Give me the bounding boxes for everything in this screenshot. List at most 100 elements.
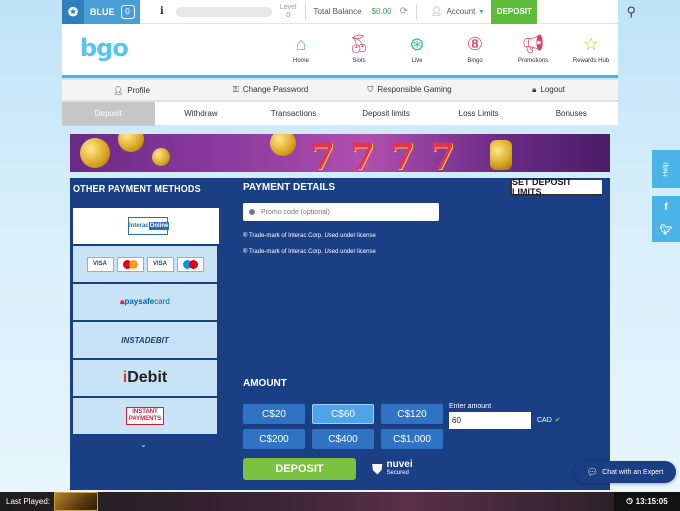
promo-banner: 7 7 7 7 — [70, 134, 610, 172]
method-instadebit[interactable]: INSTADEBIT — [73, 322, 217, 360]
search-icon[interactable]: ⚲ — [626, 4, 636, 20]
nav-home[interactable]: ⌂ Home — [272, 32, 330, 65]
nav-promotions[interactable]: 📢︎ Promotions — [504, 32, 562, 65]
deposit-submit-button[interactable]: DEPOSIT — [243, 458, 356, 480]
help-tab[interactable]: Help — [652, 150, 680, 188]
key-icon: ⚿ — [232, 85, 239, 94]
change-password-label: Change Password — [242, 85, 309, 94]
method-idebit[interactable]: iDebit — [73, 360, 217, 398]
other-payment-methods-title: OTHER PAYMENT METHODS — [73, 184, 201, 195]
account-menu[interactable]: 👤︎ Account ▾ — [431, 6, 483, 17]
enter-amount-label: Enter amount — [449, 403, 492, 410]
trademark-notice: ® Trade-mark of Interac Corp. Used under… — [243, 249, 376, 255]
deposit-panel: OTHER PAYMENT METHODS Interac Online VIS… — [70, 177, 610, 490]
currency-label: CAD — [537, 417, 552, 424]
payment-details-title: PAYMENT DETAILS — [243, 182, 336, 193]
payment-methods-list[interactable]: Interac Online VISA VISA 🔒︎paysafecard I… — [73, 208, 219, 446]
coin-graphic — [118, 134, 144, 152]
level-value: 0 — [286, 11, 291, 19]
user-icon: 👤︎ — [431, 6, 443, 16]
nav-bingo-label: Bingo — [467, 58, 483, 64]
set-deposit-limits-button[interactable]: SET DEPOSIT LIMITS — [510, 177, 602, 197]
paysafecard-logo: 🔒︎paysafecard — [120, 297, 170, 306]
chat-with-expert-button[interactable]: 💬︎ Chat with an Expert — [574, 461, 676, 483]
slot-seven-graphic: 7 — [430, 136, 456, 172]
interac-text: Interac — [129, 223, 149, 229]
mastercard-logo — [116, 256, 144, 272]
account-nav-profile[interactable]: 👤︎ Profile — [62, 86, 201, 95]
refresh-icon[interactable]: ⟳ — [400, 6, 408, 17]
star-icon: ☆ — [582, 33, 600, 54]
divider — [304, 3, 306, 20]
nav-live-label: Live — [411, 58, 423, 64]
loyalty-tier[interactable]: ✪ BLUE 0 — [62, 0, 140, 24]
checkmark-icon: ✔ — [554, 417, 561, 424]
nav-slots-label: Slots — [352, 58, 366, 64]
tab-withdraw[interactable]: Withdraw — [155, 102, 248, 126]
amount-option-20[interactable]: C$20 — [243, 404, 305, 424]
visa-debit-logo: VISA — [146, 256, 174, 272]
amount-option-120[interactable]: C$120 — [381, 404, 443, 424]
method-cards[interactable]: VISA VISA — [73, 246, 217, 284]
level-indicator: Level 0 — [280, 4, 297, 20]
method-interac-online[interactable]: Interac Online — [73, 208, 219, 246]
radio-icon — [249, 209, 255, 215]
method-instant-payments[interactable]: INSTANT PAYMENTS — [73, 398, 217, 436]
chevron-down-icon[interactable]: ⌄ — [140, 440, 147, 449]
account-nav: 👤︎ Profile ⚿ Change Password ⛉ Responsible … — [62, 80, 618, 101]
tab-loss-limits[interactable]: Loss Limits — [432, 102, 525, 126]
chat-label: Chat with an Expert — [602, 468, 664, 476]
nav-slots[interactable]: 🍒︎ Slots — [330, 32, 388, 65]
promo-code-input[interactable]: Promo code (optional) — [243, 203, 439, 221]
bottom-bar: Last Played: 🕒︎ 13:15:05 — [0, 492, 680, 511]
tab-transactions[interactable]: Transactions — [247, 102, 340, 126]
nav-bingo[interactable]: ⑧ Bingo — [446, 32, 504, 65]
top-bar: ✪ BLUE 0 i Level 0 Total Balance $0.00 ⟳… — [62, 0, 636, 24]
amount-option-200[interactable]: C$200 — [243, 429, 305, 449]
enter-amount-input[interactable] — [449, 412, 531, 429]
account-nav-responsible-gaming[interactable]: ⛉ Responsible Gaming — [340, 85, 479, 95]
tab-bonuses[interactable]: Bonuses — [525, 102, 618, 126]
bingo-ball-icon: ⑧ — [466, 33, 484, 54]
nav-promotions-label: Promotions — [517, 58, 549, 64]
help-label: Help — [662, 161, 670, 177]
total-balance-value: $0.00 — [371, 7, 392, 16]
twitter-icon[interactable]: 🐦︎ — [660, 225, 673, 236]
nav-rewards-hub-label: Rewards Hub — [572, 58, 610, 64]
bgo-logo[interactable]: bgo — [80, 34, 129, 62]
instadebit-logo: INSTADEBIT — [121, 335, 169, 345]
site-header: bgo ⌂ Home 🍒︎ Slots ⊛ Live ⑧ Bingo 📢︎ Pr… — [62, 24, 618, 78]
nav-live[interactable]: ⊛ Live — [388, 32, 446, 65]
shield-icon: ⛊ — [372, 460, 383, 477]
cashier-tabs: Deposit Withdraw Transactions Deposit li… — [62, 101, 618, 126]
interac-online-text: Online — [148, 222, 170, 230]
clock-icon: 🕒︎ — [626, 496, 633, 506]
shield-icon: ⛉ — [367, 85, 374, 94]
tab-deposit[interactable]: Deposit — [62, 101, 155, 126]
amount-option-1000[interactable]: C$1,000 — [381, 429, 443, 449]
last-played-game-thumbnail[interactable] — [54, 492, 99, 511]
amount-option-60[interactable]: C$60 — [312, 404, 374, 424]
tier-label: BLUE — [90, 6, 115, 17]
account-nav-change-password[interactable]: ⚿ Change Password — [201, 85, 340, 95]
coin-graphic — [80, 138, 110, 168]
deposit-header-button[interactable]: DEPOSIT — [491, 0, 538, 24]
user-icon: 👤︎ — [113, 85, 124, 95]
slot-seven-graphic: 7 — [350, 136, 376, 172]
visa-logo: VISA — [86, 256, 114, 272]
amount-option-400[interactable]: C$400 — [312, 429, 374, 449]
account-label: Account — [446, 7, 476, 16]
level-label: Level — [279, 3, 297, 11]
nuvei-secured-badge: ⛊ nuvei Secured — [372, 460, 413, 478]
main-nav: ⌂ Home 🍒︎ Slots ⊛ Live ⑧ Bingo 📢︎ Promot… — [272, 32, 620, 65]
nuvei-secured-text: Secured — [386, 470, 409, 476]
account-nav-logout[interactable]: 🔒︎ Logout — [479, 85, 618, 95]
nav-rewards-hub[interactable]: ☆ Rewards Hub — [562, 32, 620, 65]
divider — [416, 3, 417, 20]
method-paysafecard[interactable]: 🔒︎paysafecard — [73, 284, 217, 322]
facebook-icon[interactable]: f — [664, 202, 667, 213]
info-icon[interactable]: i — [160, 6, 164, 17]
level-progress-bar — [175, 6, 272, 17]
tab-deposit-limits[interactable]: Deposit limits — [340, 102, 433, 126]
coin-graphic — [270, 134, 296, 156]
